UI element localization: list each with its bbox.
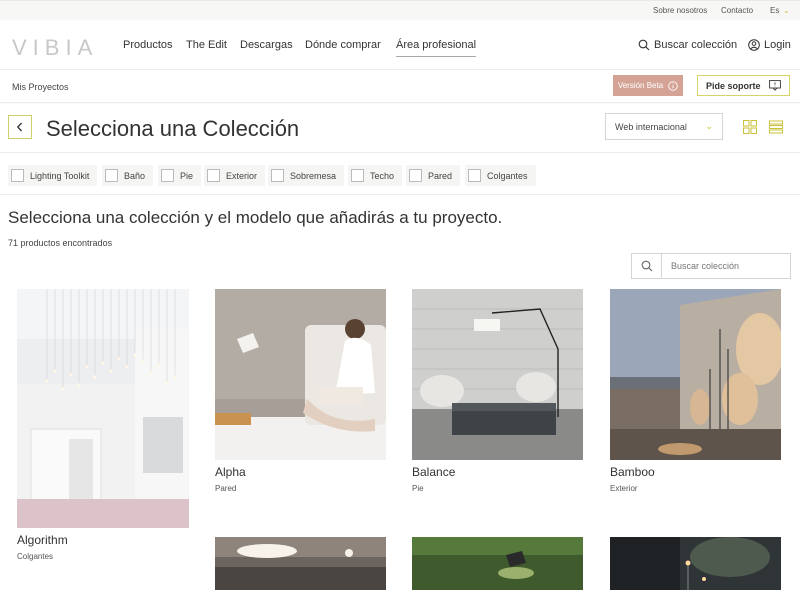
collection-search-input[interactable] [662, 261, 787, 271]
info-icon [668, 80, 678, 91]
product-name[interactable]: Balance [412, 465, 583, 479]
checkbox[interactable] [11, 169, 24, 182]
header-search-button[interactable]: Buscar colección [638, 39, 737, 51]
filter-exterior[interactable]: Exterior [204, 165, 266, 186]
chevron-down-icon[interactable]: ⌄ [783, 6, 790, 15]
filter-label: Pie [180, 170, 194, 181]
product-category: Colgantes [17, 552, 54, 561]
filter-pared[interactable]: Pared [406, 165, 461, 186]
filter-bar: Lighting Toolkit Baño Pie Exterior Sobre… [0, 153, 800, 195]
nav-area-profesional[interactable]: Área profesional [396, 39, 477, 57]
checkbox[interactable] [271, 169, 284, 182]
product-card-bamboo[interactable]: Bamboo Exterior [610, 289, 781, 493]
chat-icon [769, 80, 781, 91]
product-image[interactable] [610, 289, 781, 460]
contact-link[interactable]: Contacto [721, 6, 753, 15]
support-button[interactable]: Pide soporte [697, 75, 790, 96]
login-button[interactable]: Login [748, 39, 791, 51]
main-header: VIBIA Productos The Edit Descargas Dónde… [0, 20, 800, 70]
checkbox[interactable] [207, 169, 220, 182]
product-category: Pared [215, 484, 237, 493]
back-button[interactable] [8, 115, 32, 139]
product-image[interactable] [17, 289, 189, 528]
checkbox[interactable] [105, 169, 118, 182]
results-count: 71 productos encontrados [8, 238, 113, 248]
user-icon [748, 39, 760, 51]
list-view-icon[interactable] [769, 120, 783, 134]
product-image[interactable] [412, 289, 583, 460]
checkbox[interactable] [351, 169, 364, 182]
filter-label: Sobremesa [290, 170, 337, 181]
product-name[interactable]: Alpha [215, 465, 386, 479]
nav-productos[interactable]: Productos [123, 39, 173, 51]
filter-label: Lighting Toolkit [30, 170, 90, 181]
search-icon [638, 39, 650, 51]
search-icon [632, 254, 662, 278]
nav-the-edit[interactable]: The Edit [186, 39, 227, 51]
product-image[interactable] [215, 537, 386, 590]
chevron-down-icon: ⌄ [705, 121, 713, 131]
filter-label: Techo [370, 170, 395, 181]
region-select-value: Web internacional [615, 121, 687, 132]
filter-bano[interactable]: Baño [102, 165, 154, 186]
checkbox[interactable] [161, 169, 174, 182]
filter-label: Exterior [226, 170, 258, 181]
top-utility-bar: Sobre nosotros Contacto Es ⌄ [0, 0, 800, 20]
checkbox[interactable] [468, 169, 481, 182]
login-label: Login [764, 39, 791, 51]
filter-techo[interactable]: Techo [348, 165, 403, 186]
product-card-row2-1[interactable] [215, 537, 386, 590]
logo[interactable]: VIBIA [12, 35, 98, 61]
product-category: Exterior [610, 484, 638, 493]
product-card-balance[interactable]: Balance Pie [412, 289, 583, 493]
about-link[interactable]: Sobre nosotros [653, 6, 707, 15]
support-label: Pide soporte [706, 80, 761, 91]
chevron-left-icon [16, 122, 22, 132]
region-select[interactable]: Web internacional ⌄ [605, 113, 723, 140]
header-search-label: Buscar colección [654, 39, 738, 51]
filter-sobremesa[interactable]: Sobremesa [268, 165, 345, 186]
product-name[interactable]: Algorithm [17, 533, 189, 547]
filter-label: Baño [124, 170, 146, 181]
page-title: Selecciona una Colección [46, 116, 300, 141]
product-card-alpha[interactable]: Alpha Pared [215, 289, 386, 493]
product-category: Pie [412, 484, 424, 493]
beta-version-button[interactable]: Versión Beta [613, 75, 683, 96]
breadcrumb[interactable]: Mis Proyectos [12, 82, 69, 92]
filter-label: Colgantes [487, 170, 528, 181]
grid-view-icon[interactable] [743, 120, 757, 134]
product-card-row2-2[interactable] [412, 537, 583, 590]
section-headline: Selecciona una colección y el modelo que… [8, 208, 503, 227]
product-name[interactable]: Bamboo [610, 465, 781, 479]
collection-search [631, 253, 791, 279]
nav-donde-comprar[interactable]: Dónde comprar [305, 39, 381, 51]
product-image[interactable] [215, 289, 386, 460]
beta-label: Versión Beta [617, 81, 664, 90]
filter-colgantes[interactable]: Colgantes [465, 165, 536, 186]
language-selector[interactable]: Es [770, 6, 779, 15]
project-bar: Mis Proyectos Versión Beta Pide soporte [0, 70, 800, 103]
title-bar: Selecciona una Colección Web internacion… [0, 103, 800, 153]
checkbox[interactable] [409, 169, 422, 182]
product-image[interactable] [610, 537, 781, 590]
nav-descargas[interactable]: Descargas [240, 39, 293, 51]
filter-label: Pared [428, 170, 453, 181]
filter-pie[interactable]: Pie [158, 165, 202, 186]
filter-lighting-toolkit[interactable]: Lighting Toolkit [8, 165, 98, 186]
product-card-algorithm[interactable]: Algorithm Colgantes [17, 289, 189, 561]
product-image[interactable] [412, 537, 583, 590]
product-card-row2-3[interactable] [610, 537, 781, 590]
